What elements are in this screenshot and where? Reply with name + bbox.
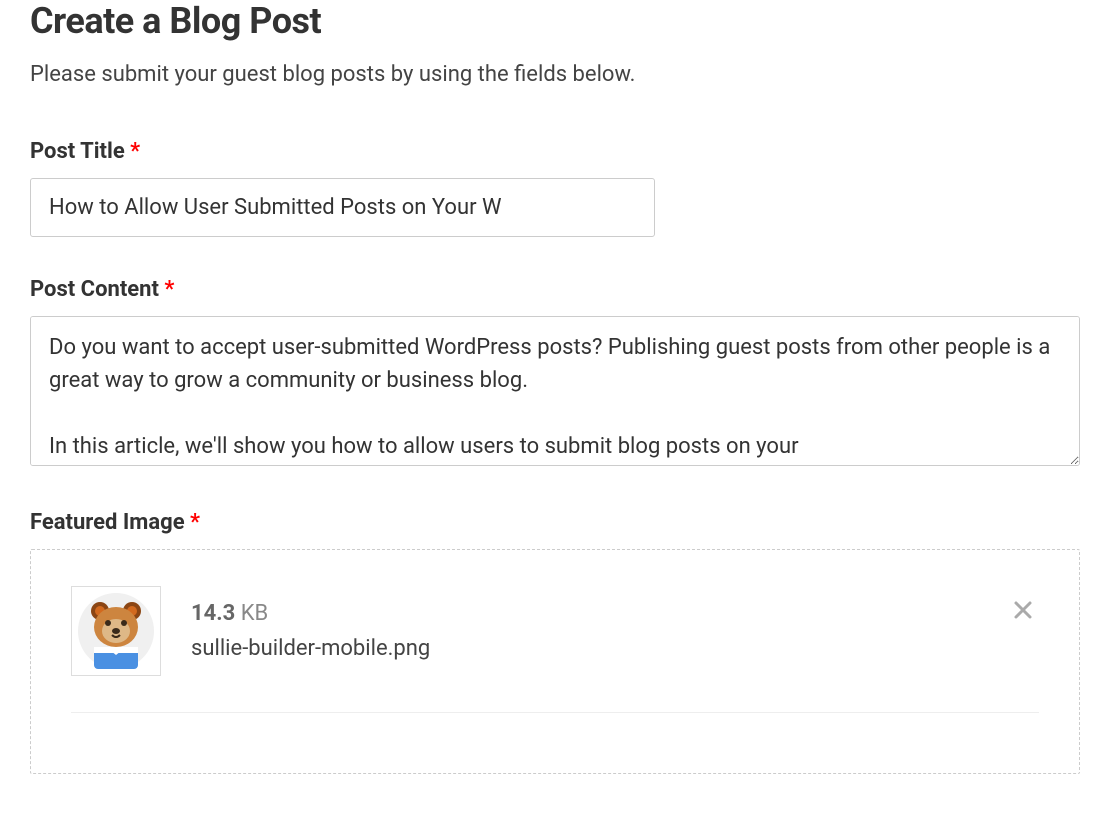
form-title: Create a Blog Post [30, 0, 1086, 42]
post-title-field: Post Title * [30, 139, 1086, 237]
file-dropzone[interactable]: 14.3 KB sullie-builder-mobile.png [30, 549, 1080, 774]
required-marker: * [130, 139, 140, 164]
file-remove-button[interactable] [1007, 594, 1039, 626]
file-size-value: 14.3 [191, 601, 235, 626]
file-size: 14.3 KB [191, 601, 1039, 626]
post-content-textarea[interactable]: Do you want to accept user-submitted Wor… [30, 316, 1080, 466]
post-title-label-text: Post Title [30, 139, 125, 164]
file-size-unit: KB [235, 601, 268, 626]
bear-avatar-icon [76, 591, 156, 671]
post-content-label: Post Content * [30, 277, 1086, 302]
post-content-field: Post Content * Do you want to accept use… [30, 277, 1086, 470]
file-thumbnail [71, 586, 161, 676]
post-title-input[interactable] [30, 178, 655, 237]
form-description: Please submit your guest blog posts by u… [30, 60, 1086, 91]
file-name: sullie-builder-mobile.png [191, 636, 1039, 661]
featured-image-field: Featured Image * [30, 510, 1086, 774]
featured-image-label-text: Featured Image [30, 510, 185, 535]
close-icon [1011, 598, 1035, 622]
file-info: 14.3 KB sullie-builder-mobile.png [191, 601, 1039, 661]
featured-image-label: Featured Image * [30, 510, 1086, 535]
required-marker: * [190, 510, 200, 535]
post-title-label: Post Title * [30, 139, 1086, 164]
post-content-label-text: Post Content [30, 277, 159, 302]
file-item: 14.3 KB sullie-builder-mobile.png [71, 586, 1039, 713]
required-marker: * [164, 277, 174, 302]
